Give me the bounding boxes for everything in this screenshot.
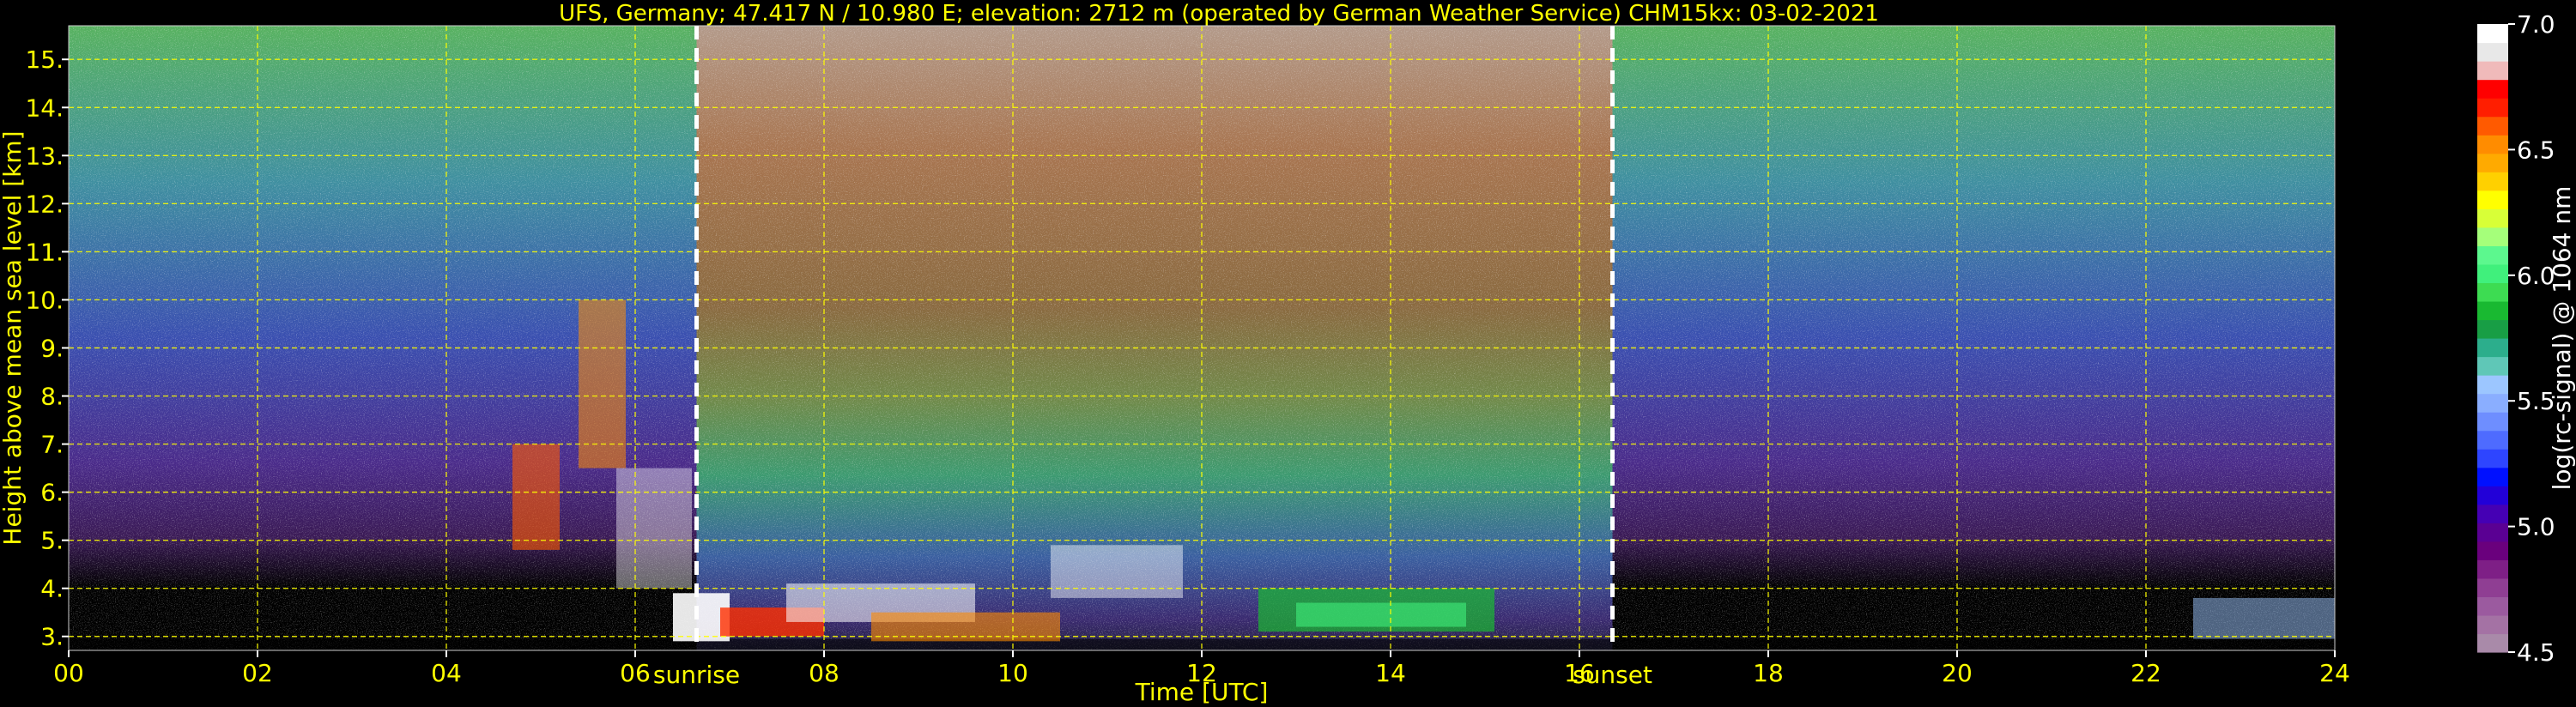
- feature-blob: [1051, 545, 1183, 598]
- colorbar-segment: [2477, 467, 2508, 486]
- y-tick-label: 7.: [40, 431, 64, 459]
- colorbar-segment: [2477, 116, 2508, 136]
- annotation-label: sunrise: [653, 661, 740, 689]
- colorbar-segment: [2477, 412, 2508, 432]
- y-tick-label: 3.: [40, 623, 64, 651]
- y-axis-label: Height above mean sea level [km]: [0, 130, 27, 545]
- x-tick-label: 06: [620, 659, 651, 687]
- colorbar-segment: [2477, 300, 2508, 321]
- y-tick-label: 8.: [40, 383, 64, 411]
- colorbar-segment: [2477, 486, 2508, 505]
- x-axis-label: Time [UTC]: [1135, 678, 1269, 706]
- lidar-backscatter-chart: 00 02 04 06 08 10 12 14 16 18 20 22 24 3.4.5.6.7.8.9…: [0, 1, 2576, 706]
- colorbar-segment: [2477, 245, 2508, 265]
- colorbar-segment: [2477, 541, 2508, 560]
- x-tick-label: 08: [809, 659, 839, 687]
- colorbar-segment: [2477, 79, 2508, 99]
- colorbar-segment: [2477, 42, 2508, 62]
- colorbar-segment: [2477, 504, 2508, 523]
- y-tick-label: 15.: [25, 45, 64, 74]
- x-tick-label: 14: [1375, 659, 1406, 687]
- y-tick-label: 9.: [40, 334, 64, 362]
- colorbar-label: log(rc-signal) @ 1064 nm: [2548, 186, 2576, 491]
- y-axis-ticks: 3. 4. 5. 6. 7. 8. 9. 10. 11. 12. 13. 14. 15.: [25, 45, 69, 651]
- colorbar-segment: [2477, 523, 2508, 542]
- colorbar-segment: [2477, 614, 2508, 635]
- colorbar: [2477, 24, 2508, 653]
- y-tick-label: 14.: [25, 94, 64, 122]
- colorbar-tick-label: 5.0: [2517, 513, 2555, 541]
- colorbar-segment: [2477, 263, 2508, 284]
- x-tick-label: 24: [2319, 659, 2350, 687]
- x-tick-label: 22: [2131, 659, 2161, 687]
- colorbar-segment: [2477, 319, 2508, 339]
- y-tick-label: 11.: [25, 238, 64, 266]
- colorbar-tick-label: 6.5: [2517, 136, 2555, 164]
- y-tick-label: 10.: [25, 286, 64, 314]
- colorbar-tick-label: 7.0: [2517, 10, 2555, 39]
- colorbar-segment: [2477, 596, 2508, 616]
- y-tick-label: 6.: [40, 479, 64, 507]
- y-tick-label: 13.: [25, 142, 64, 170]
- feature-blob: [1296, 602, 1466, 627]
- colorbar-segment: [2477, 282, 2508, 302]
- y-tick-label: 12.: [25, 190, 64, 218]
- feature-blob: [616, 468, 692, 589]
- colorbar-segment: [2477, 375, 2508, 395]
- colorbar-segment: [2477, 227, 2508, 246]
- y-tick-label: 4.: [40, 575, 64, 603]
- colorbar-segment: [2477, 338, 2508, 358]
- colorbar-segment: [2477, 430, 2508, 450]
- feature-blob: [579, 299, 626, 468]
- colorbar-segment: [2477, 98, 2508, 118]
- y-tick-label: 5.: [40, 527, 64, 555]
- colorbar-segment: [2477, 356, 2508, 376]
- colorbar-segment: [2477, 208, 2508, 228]
- feature-blob: [2193, 597, 2335, 639]
- colorbar-segment: [2477, 153, 2508, 172]
- colorbar-segment: [2477, 577, 2508, 598]
- chart-title: UFS, Germany; 47.417 N / 10.980 E; eleva…: [559, 1, 1879, 27]
- x-tick-label: 10: [997, 659, 1028, 687]
- annotation-label: sunset: [1573, 661, 1652, 689]
- colorbar-segment: [2477, 449, 2508, 468]
- colorbar-segment: [2477, 24, 2508, 44]
- colorbar-segment: [2477, 559, 2508, 579]
- colorbar-tick-label: 4.5: [2517, 638, 2555, 667]
- colorbar-segment: [2477, 633, 2508, 653]
- x-tick-label: 02: [242, 659, 273, 687]
- x-tick-label: 20: [1942, 659, 1973, 687]
- colorbar-segment: [2477, 135, 2508, 154]
- feature-blob: [512, 444, 560, 550]
- colorbar-segment: [2477, 190, 2508, 209]
- x-tick-label: 04: [431, 659, 462, 687]
- x-tick-label: 18: [1753, 659, 1784, 687]
- colorbar-segment: [2477, 61, 2508, 81]
- colorbar-segment: [2477, 172, 2508, 191]
- x-tick-label: 00: [53, 659, 84, 687]
- colorbar-segment: [2477, 393, 2508, 413]
